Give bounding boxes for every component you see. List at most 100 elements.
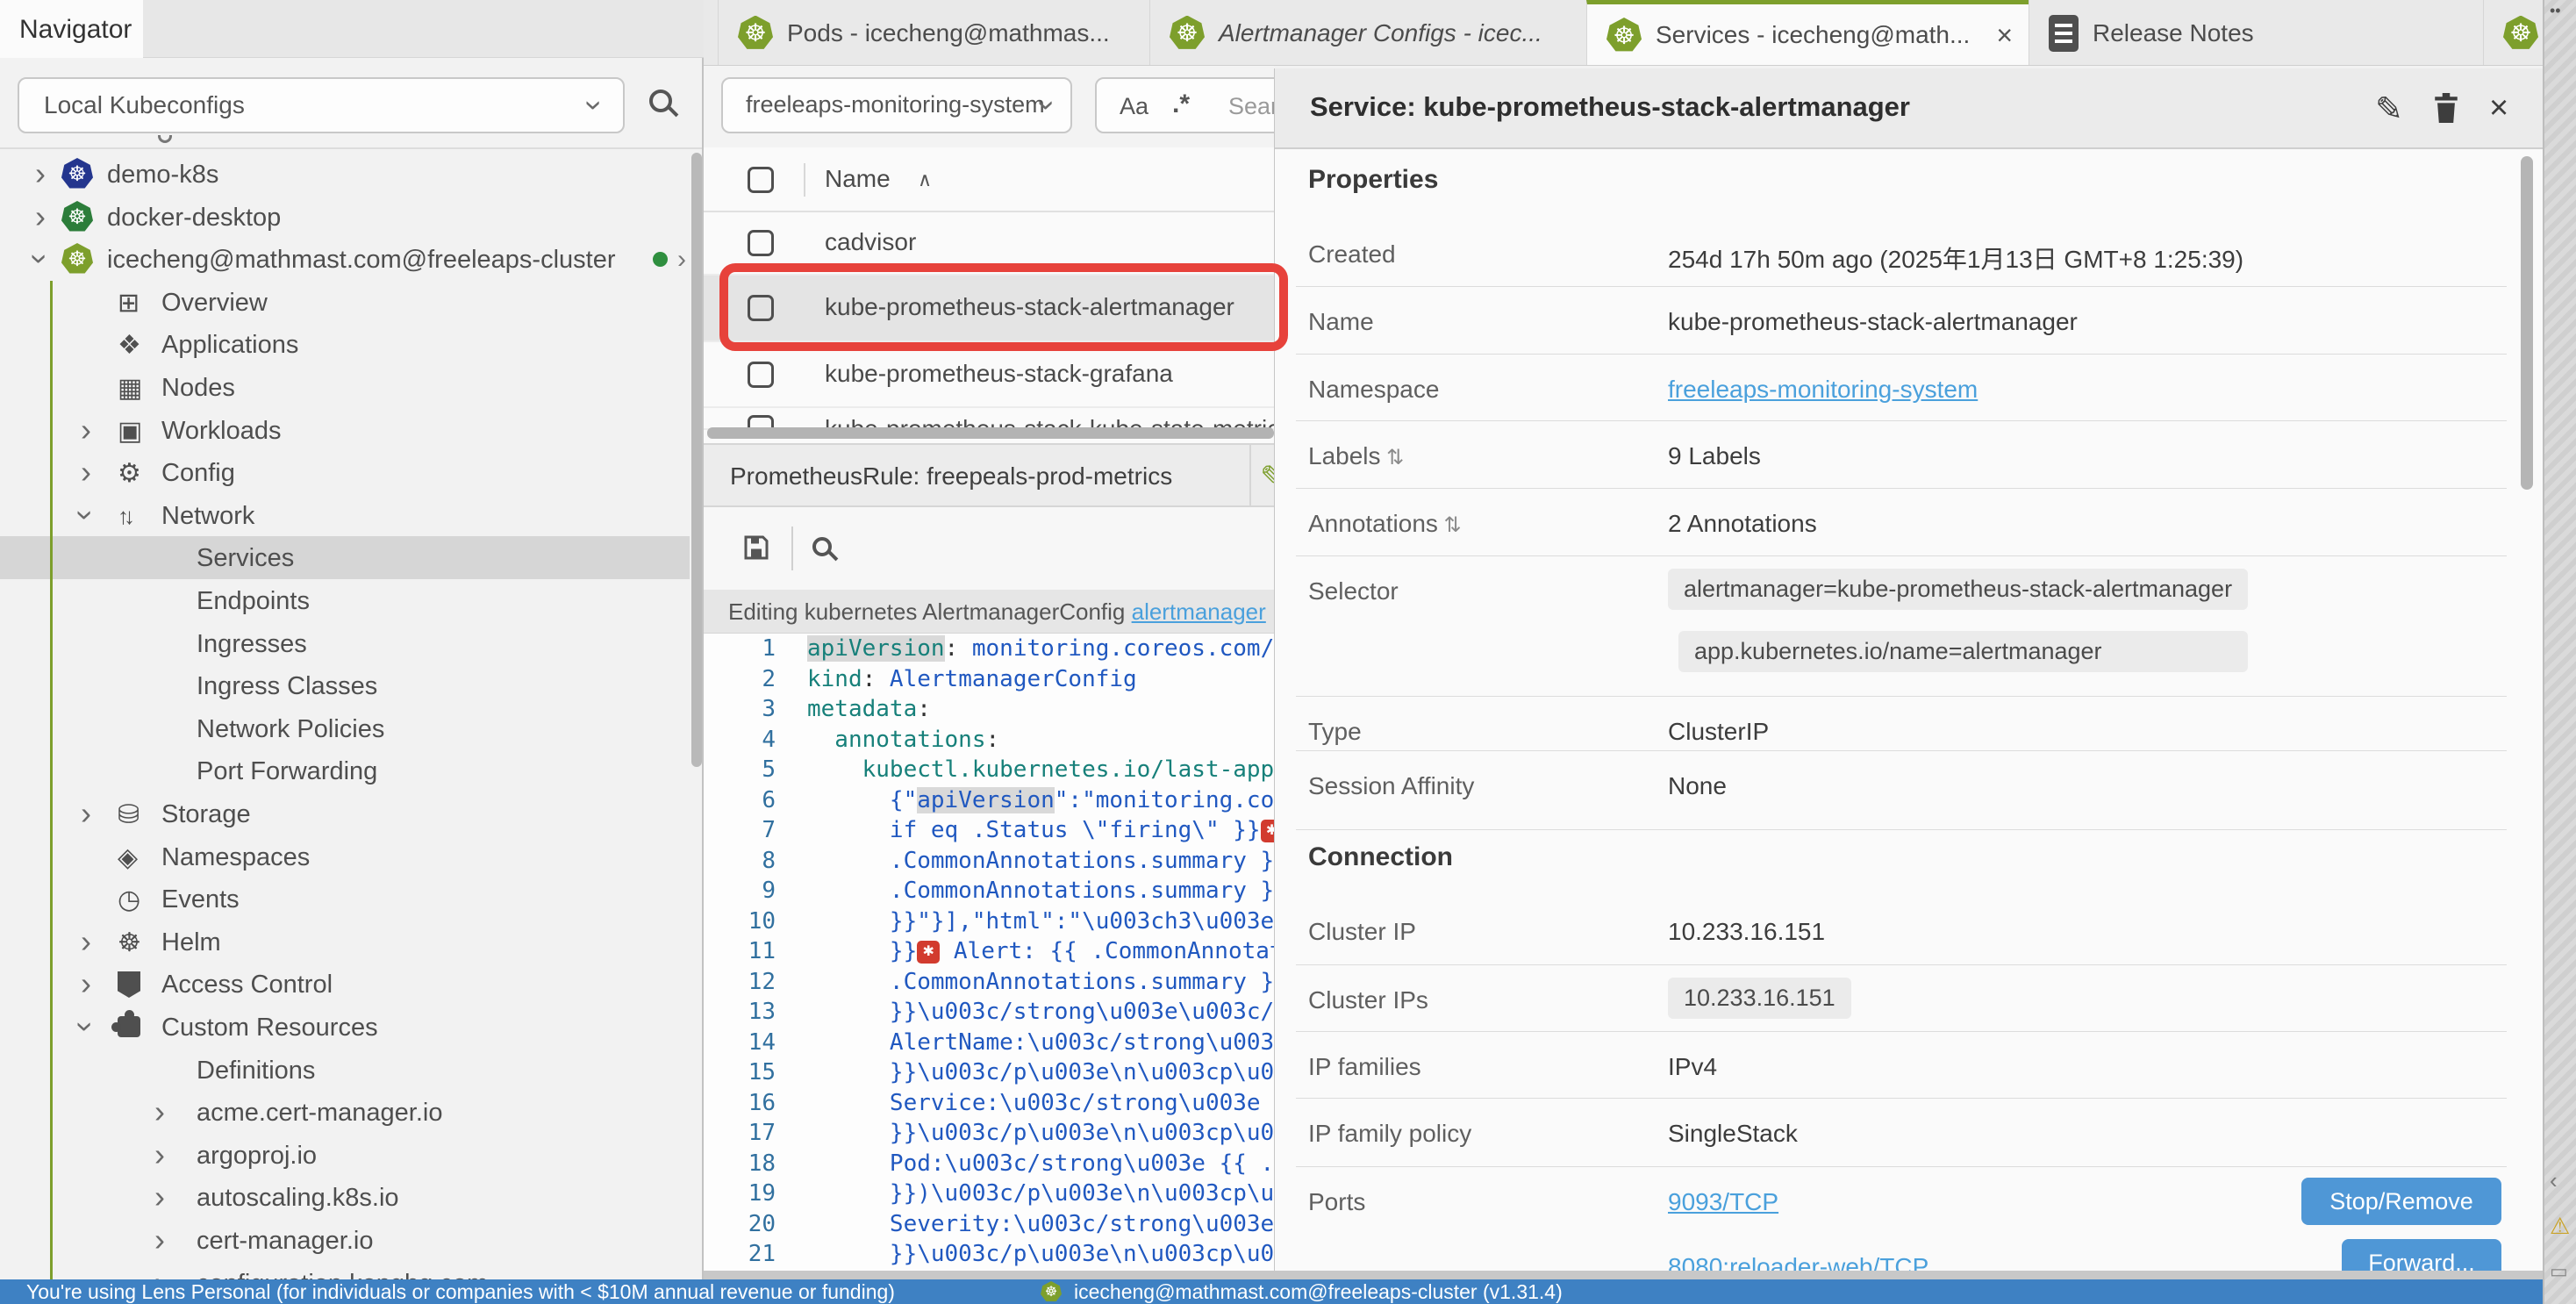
match-case-toggle[interactable]: Aa <box>1120 93 1148 120</box>
service-name[interactable]: cadvisor <box>825 228 916 256</box>
code-line[interactable]: 6 {"apiVersion":"monitoring.coreos.com/v… <box>704 787 1274 818</box>
code-line[interactable]: 17 }}\u003c/p\u003e\n\u003cp\u003e\u0 <box>704 1120 1274 1150</box>
sidebar-item-nodes[interactable]: ▦Nodes <box>0 366 690 409</box>
sidebar-item-workloads[interactable]: ›▣Workloads <box>0 409 690 452</box>
sidebar-item-demo-k8s[interactable]: ›☸demo-k8s <box>0 153 690 196</box>
service-name[interactable]: kube-prometheus-stack-grafana <box>825 360 1173 388</box>
tab-partial[interactable]: ☸ <box>2483 0 2543 66</box>
code-line[interactable]: 8 .CommonAnnotations.summary }}- <box>704 848 1274 878</box>
port-link[interactable]: 9093/TCP <box>1668 1188 1928 1216</box>
sidebar-item-overview[interactable]: ⊞Overview <box>0 281 690 324</box>
chevron-collapsed-icon[interactable]: › <box>81 456 91 488</box>
chevron-collapsed-icon[interactable]: › <box>81 926 91 957</box>
tab-navigator[interactable]: Navigator <box>0 0 143 58</box>
sidebar-item-ingresses[interactable]: Ingresses <box>0 622 690 665</box>
sidebar-item-definitions[interactable]: Definitions <box>0 1049 690 1092</box>
sidebar-item-acme-cert-manager-io[interactable]: ›acme.cert-manager.io <box>0 1091 690 1134</box>
tab-pods[interactable]: ☸Pods - icecheng@mathmas... <box>718 0 1149 66</box>
selector-badge[interactable]: app.kubernetes.io/name=alertmanager <box>1678 631 2248 672</box>
sidebar-item-access-control[interactable]: ›Access Control <box>0 963 690 1006</box>
tab-alertmanager-configs[interactable]: ☸Alertmanager Configs - icec... <box>1149 0 1586 66</box>
selector-badge[interactable]: alertmanager=kube-prometheus-stack-alert… <box>1668 569 2248 610</box>
code-line[interactable]: 21 }}\u003c/p\u003e\n\u003cp\u003e\u0 <box>704 1241 1274 1272</box>
sidebar-scrollbar[interactable] <box>691 153 702 767</box>
sidebar-item-port-forwarding[interactable]: Port Forwarding <box>0 749 690 792</box>
code-line[interactable]: 11 }}✱ Alert: {{ .CommonAnnotations <box>704 938 1274 969</box>
sidebar-item-configuration-konghq-com[interactable]: ›configuration.konghq.com <box>0 1262 690 1279</box>
sidebar-item-endpoints[interactable]: Endpoints <box>0 579 690 622</box>
code-line[interactable]: 13 }}\u003c/strong\u003e\u003c/h3\u003e <box>704 999 1274 1029</box>
value-link[interactable]: freeleaps-monitoring-system <box>1668 376 1978 403</box>
sort-toggle-icon[interactable]: ⇅ <box>1438 513 1462 537</box>
code-line[interactable]: 12 .CommonAnnotations.summary }}- <box>704 969 1274 999</box>
chevron-collapsed-icon[interactable]: › <box>35 201 46 233</box>
value-badge[interactable]: 10.233.16.151 <box>1668 978 1851 1019</box>
sort-toggle-icon[interactable]: ⇅ <box>1381 446 1405 469</box>
sidebar-item-autoscaling-k8s-io[interactable]: ›autoscaling.k8s.io <box>0 1176 690 1219</box>
search-icon[interactable] <box>812 537 832 556</box>
code-line[interactable]: 19 }})\u003c/p\u003e\n\u003cp\u003e\u <box>704 1180 1274 1211</box>
sidebar-item-ingress-classes[interactable]: Ingress Classes <box>0 664 690 707</box>
connected-cluster-text[interactable]: icecheng@mathmast.com@freeleaps-cluster … <box>1074 1280 1563 1304</box>
chevron-collapsed-icon[interactable]: › <box>154 1096 165 1128</box>
details-panel-scrollbar[interactable] <box>2521 156 2533 490</box>
chevron-expanded-icon[interactable]: › <box>70 1021 102 1032</box>
table-horizontal-scrollbar[interactable] <box>707 427 1274 439</box>
stop-remove-button[interactable]: Stop/Remove <box>2301 1178 2501 1225</box>
code-line[interactable]: 1apiVersion: monitoring.coreos.com/v1 <box>704 635 1274 666</box>
edit-pencil-icon[interactable]: ✎ <box>2375 90 2403 129</box>
sidebar-item-network-policies[interactable]: Network Policies <box>0 707 690 750</box>
code-line[interactable]: 16 Service:\u003c/strong\u003e {{ .C <box>704 1090 1274 1121</box>
code-line[interactable]: 20 Severity:\u003c/strong\u003e {{ <box>704 1211 1274 1242</box>
regex-toggle[interactable]: .* <box>1172 90 1190 119</box>
namespace-select[interactable]: freeleaps-monitoring-system › <box>721 77 1072 133</box>
code-line[interactable]: 5 kubectl.kubernetes.io/last-applied-con… <box>704 756 1274 787</box>
chevron-collapsed-icon[interactable]: › <box>154 1224 165 1256</box>
code-line[interactable]: 14 AlertName:\u003c/strong\u003e {{ .Co <box>704 1029 1274 1060</box>
save-icon[interactable] <box>741 532 772 568</box>
sidebar-item-namespaces[interactable]: ◈Namespaces <box>0 835 690 878</box>
sidebar-item-applications[interactable]: ❖Applications <box>0 323 690 366</box>
chevron-collapsed-icon[interactable]: › <box>35 158 46 190</box>
close-icon[interactable]: × <box>2489 90 2508 127</box>
chevron-collapsed-icon[interactable]: › <box>81 414 91 446</box>
chevron-collapsed-icon[interactable]: › <box>81 968 91 999</box>
sidebar-item-network[interactable]: ›↑↓Network <box>0 494 690 537</box>
sidebar-item-services[interactable]: Services <box>0 536 690 579</box>
column-header-name[interactable]: Name <box>825 165 891 193</box>
prometheusrule-dock-tab[interactable]: PrometheusRule: freepeals-prod-metrics ✎ <box>704 443 1274 507</box>
table-row[interactable]: kube-prometheus-stack-grafana <box>704 342 1274 408</box>
yaml-editor[interactable]: 1apiVersion: monitoring.coreos.com/v12ki… <box>704 634 1274 1279</box>
search-input[interactable]: Aa .* Search <box>1095 77 1274 133</box>
chevron-expanded-icon[interactable]: › <box>25 254 56 264</box>
select-all-checkbox[interactable] <box>748 167 774 193</box>
sidebar-item-storage[interactable]: ›⛁Storage <box>0 792 690 835</box>
code-line[interactable]: 18 Pod:\u003c/strong\u003e {{ .Comm <box>704 1150 1274 1181</box>
delete-trash-icon[interactable] <box>2431 91 2461 133</box>
edit-pencil-icon[interactable]: ✎ <box>1260 459 1274 496</box>
sidebar-item-argoproj-io[interactable]: ›argoproj.io <box>0 1134 690 1177</box>
sidebar-item-events[interactable]: ◷Events <box>0 878 690 921</box>
code-line[interactable]: 15 }}\u003c/p\u003e\n\u003cp\u003e\u0 <box>704 1059 1274 1090</box>
sidebar-item-custom-resources[interactable]: ›Custom Resources <box>0 1006 690 1049</box>
code-line[interactable]: 3metadata: <box>704 696 1274 727</box>
code-line[interactable]: 9 .CommonAnnotations.summary }}- <box>704 878 1274 908</box>
chevron-expanded-icon[interactable]: › <box>70 510 102 520</box>
sort-ascending-icon[interactable]: ∧ <box>918 168 932 191</box>
sidebar-item-helm[interactable]: ›☸Helm <box>0 921 690 964</box>
close-icon[interactable]: × <box>1996 19 2013 52</box>
tab-release-notes[interactable]: Release Notes <box>2029 0 2415 66</box>
chevron-collapsed-icon[interactable]: › <box>154 1181 165 1213</box>
tab-services[interactable]: ☸Services - icecheng@math...× <box>1586 0 2029 66</box>
editor-bottom-scrollbar[interactable] <box>704 1271 2543 1279</box>
chevron-collapsed-icon[interactable]: › <box>154 1267 165 1279</box>
chevron-collapsed-icon[interactable]: › <box>81 798 91 829</box>
code-line[interactable]: 10 }}"}],"html":"\u003ch3\u003e\u003cs <box>704 908 1274 939</box>
sidebar-item-cert-manager-io[interactable]: ›cert-manager.io <box>0 1219 690 1262</box>
code-line[interactable]: 4 annotations: <box>704 727 1274 757</box>
sidebar-item-icecheng-mathmast-com-freeleaps-cluster[interactable]: ›☸icecheng@mathmast.com@freeleaps-cluste… <box>0 238 690 281</box>
code-line[interactable]: 7 if eq .Status \"firing\" }}✱ <box>704 817 1274 848</box>
edited-resource-link[interactable]: alertmanager <box>1132 598 1266 625</box>
chevron-collapsed-icon[interactable]: › <box>154 1139 165 1171</box>
row-checkbox[interactable] <box>748 362 774 388</box>
